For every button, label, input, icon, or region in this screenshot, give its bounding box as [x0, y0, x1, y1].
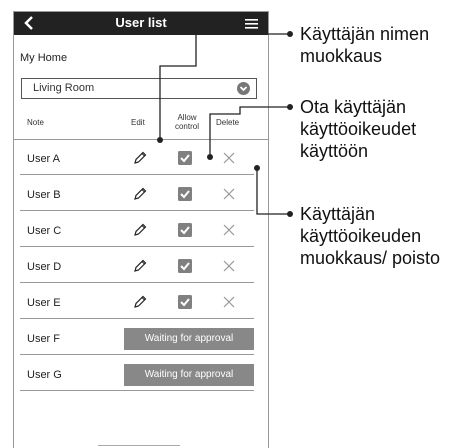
callout-line-allow	[209, 106, 290, 157]
callout-dot-edit	[157, 137, 163, 143]
callout-line-delete	[256, 168, 290, 215]
callout-dot-label-delete	[287, 211, 293, 217]
callout-dot-label-edit	[287, 31, 293, 37]
callout-line-edit	[159, 33, 290, 140]
callout-dot-delete	[254, 165, 260, 171]
annotation-edit-delete-rights: Käyttäjän käyttöoikeuden muokkaus/ poist…	[300, 204, 441, 268]
callout-dot-allow	[207, 154, 213, 160]
callout-dot-label-allow	[287, 104, 293, 110]
annotation-edit-name: Käyttäjän nimen muokkaus	[300, 24, 430, 66]
annotation-enable-rights: Ota käyttäjän käyttöoikeudet käyttöön	[300, 97, 417, 161]
